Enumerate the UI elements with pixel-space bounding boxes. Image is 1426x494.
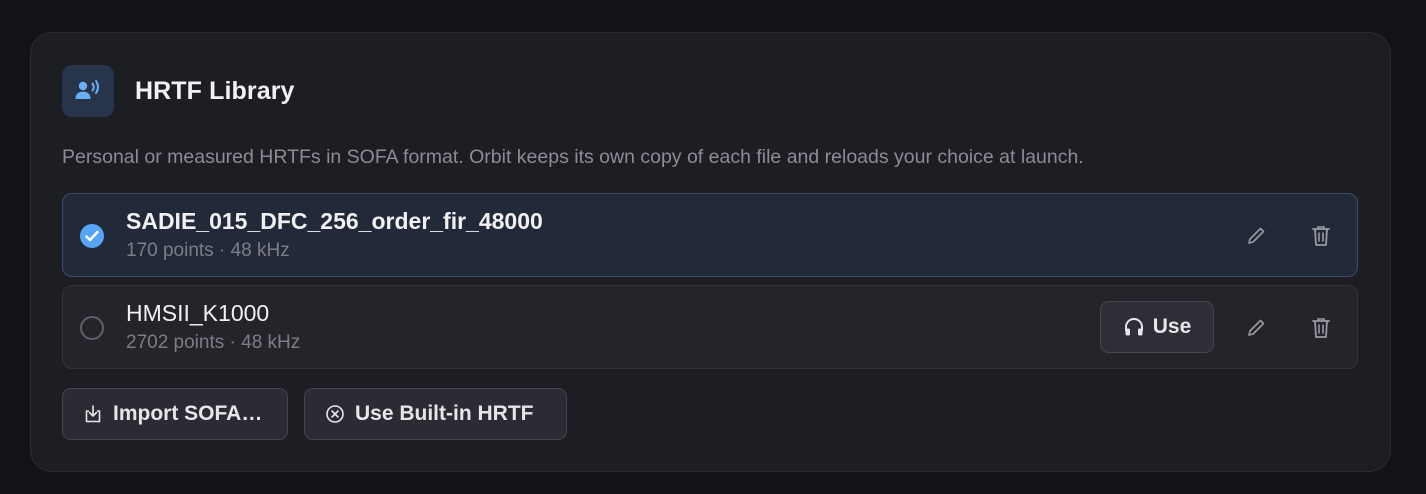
card-header: HRTF Library [62, 65, 295, 117]
pencil-icon [1248, 319, 1265, 336]
rename-button[interactable] [1238, 310, 1274, 346]
circle-x-icon [326, 405, 344, 423]
hrtf-name: SADIE_015_DFC_256_order_fir_48000 [126, 208, 543, 234]
hrtf-library-card: HRTF Library Personal or measured HRTFs … [30, 32, 1391, 472]
use-builtin-hrtf-label: Use Built-in HRTF [355, 402, 534, 425]
import-sofa-label: Import SOFA… [113, 402, 263, 425]
rename-button[interactable] [1238, 218, 1274, 254]
headphones-icon [1124, 318, 1143, 336]
use-button-label: Use [1152, 315, 1192, 338]
pencil-icon [1248, 227, 1265, 244]
import-icon [85, 405, 101, 423]
import-sofa-button[interactable]: Import SOFA… [62, 388, 288, 440]
person-speaking-icon [62, 65, 114, 117]
trash-icon [1312, 318, 1330, 338]
trash-icon [1312, 226, 1330, 246]
hrtf-meta: 2702 points · 48 kHz [126, 332, 301, 353]
delete-button[interactable] [1303, 218, 1339, 254]
hrtf-name: HMSII_K1000 [126, 300, 270, 326]
card-description: Personal or measured HRTFs in SOFA forma… [62, 146, 1084, 168]
unselected-radio-icon[interactable] [80, 316, 104, 340]
use-builtin-hrtf-button[interactable]: Use Built-in HRTF [304, 388, 567, 440]
hrtf-row[interactable]: SADIE_015_DFC_256_order_fir_48000 170 po… [62, 193, 1358, 277]
card-title: HRTF Library [135, 76, 295, 105]
hrtf-row[interactable]: HMSII_K1000 2702 points · 48 kHz Use [62, 285, 1358, 369]
delete-button[interactable] [1303, 310, 1339, 346]
use-button[interactable]: Use [1100, 301, 1214, 353]
hrtf-meta: 170 points · 48 kHz [126, 240, 290, 261]
selected-check-icon[interactable] [80, 224, 104, 248]
